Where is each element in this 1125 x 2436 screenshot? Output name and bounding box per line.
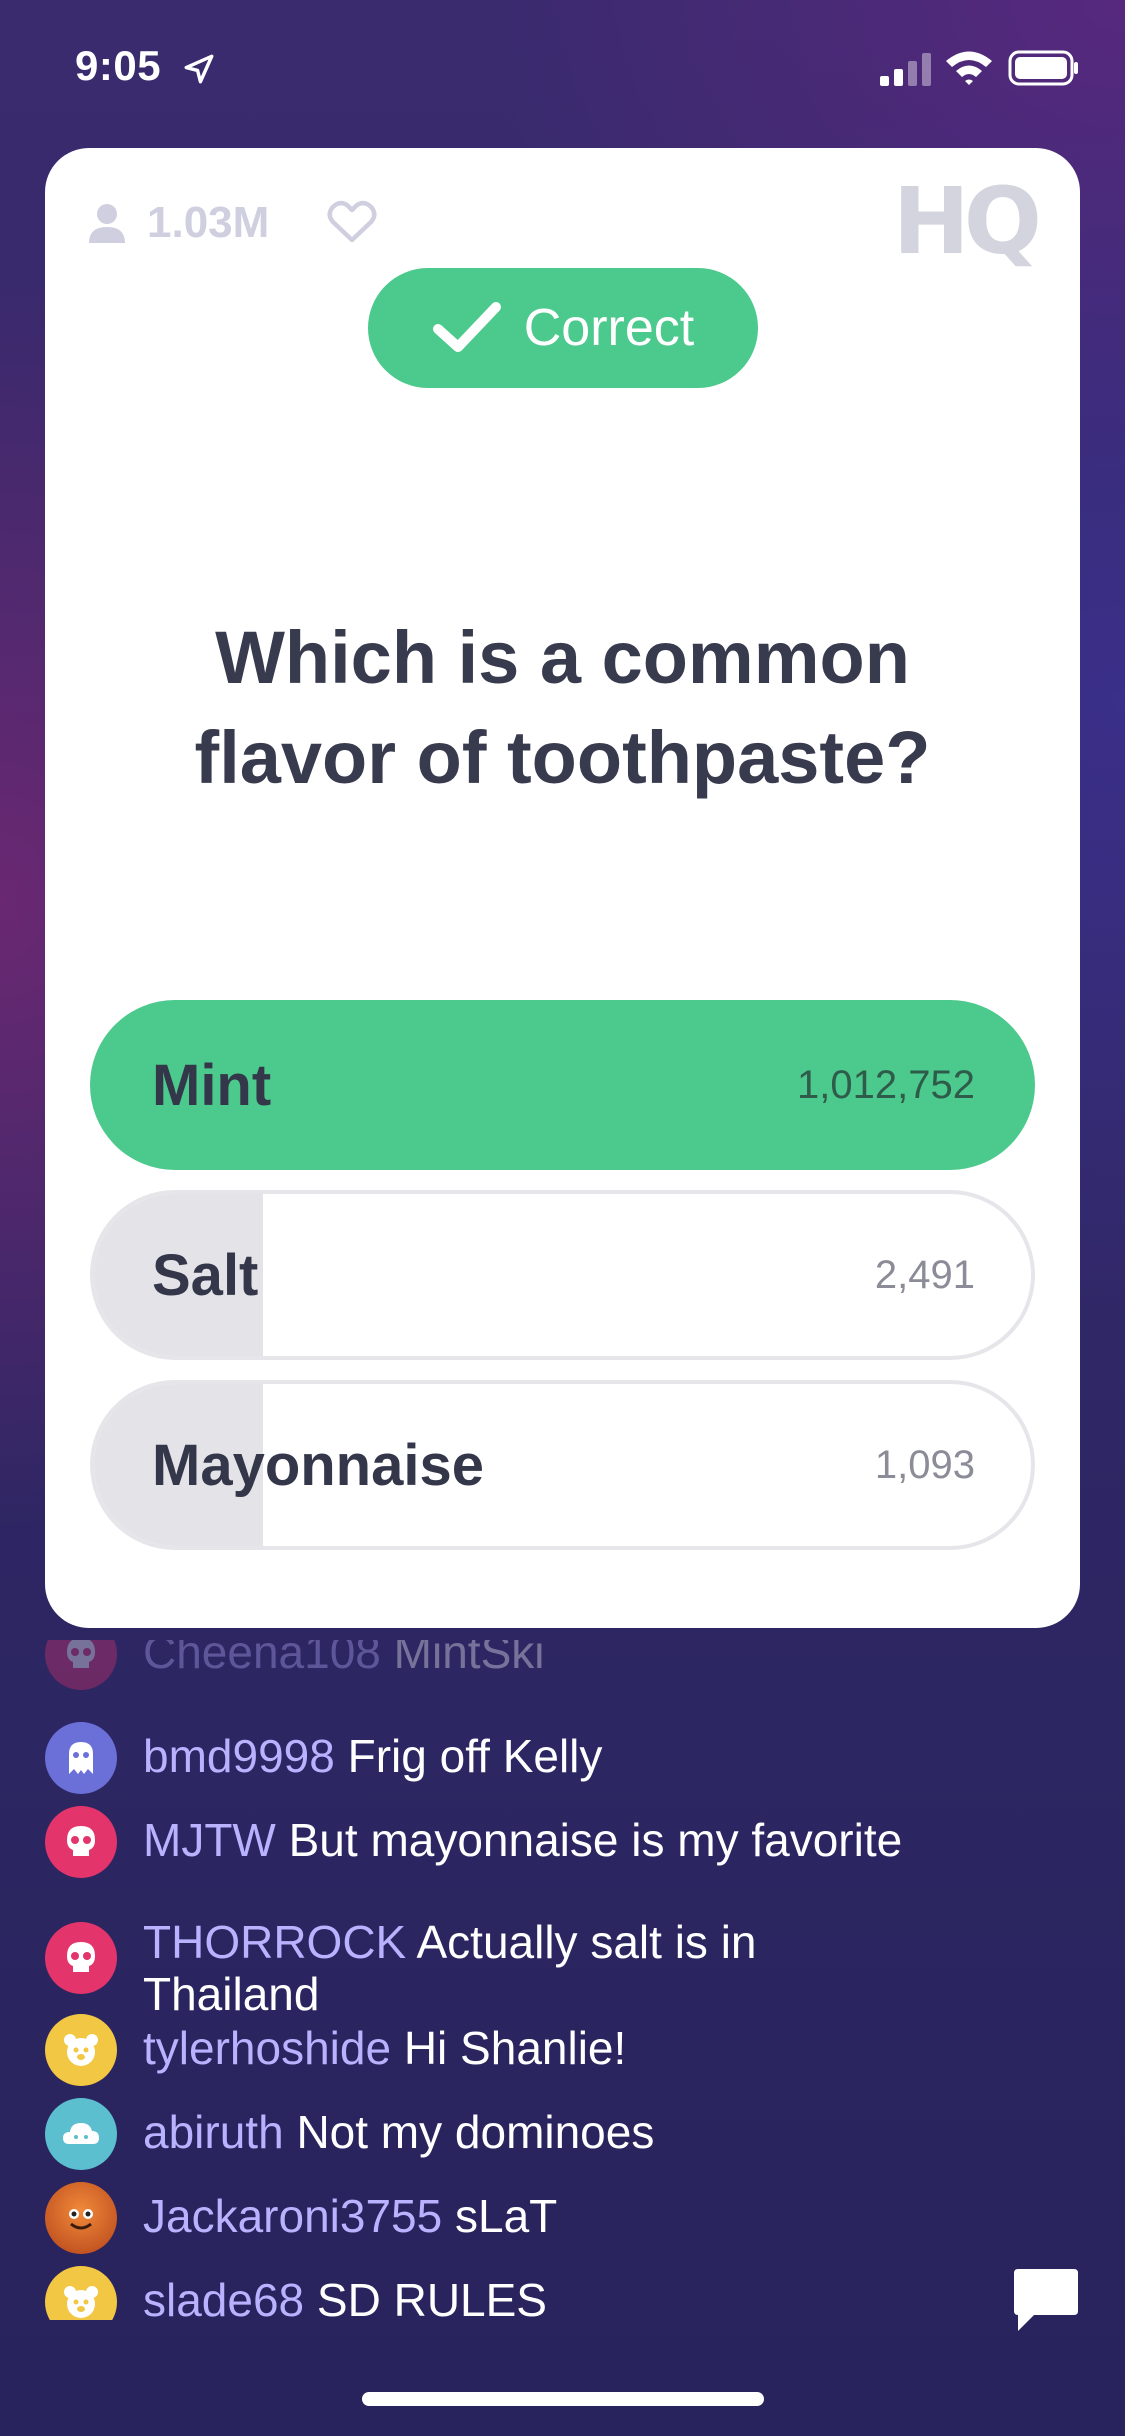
chat-bubble-icon[interactable]	[1010, 2265, 1082, 2335]
skull-icon	[67, 1826, 95, 1856]
chat-username[interactable]: slade68	[143, 2274, 304, 2320]
viewer-count: 1.03M	[147, 198, 270, 247]
answer-label: Mint	[152, 1052, 272, 1118]
bear-icon	[64, 2034, 98, 2066]
heart-icon[interactable]	[327, 200, 377, 244]
cloud-icon	[63, 2123, 99, 2144]
chat-username[interactable]: Cheena108	[143, 1640, 381, 1678]
hq-logo: HQ	[892, 168, 1042, 275]
photo-avatar-icon	[69, 2209, 93, 2230]
user-avatar	[45, 1922, 117, 1994]
user-avatar	[45, 2182, 117, 2254]
status-bar: 9:05	[0, 0, 1125, 140]
chat-feed[interactable]: Cheena108 MintSki bmd9998 Frig off Kelly…	[45, 1640, 1005, 2320]
chat-message: tylerhoshide Hi Shanlie!	[45, 2014, 1005, 2086]
chat-username[interactable]: MJTW	[143, 1814, 276, 1866]
chat-username[interactable]: THORROCK	[143, 1916, 406, 1968]
skull-icon	[67, 1942, 95, 1972]
answer-label: Mayonnaise	[152, 1432, 484, 1498]
answer-option-mint[interactable]: Mint 1,012,752	[90, 1000, 1035, 1170]
chat-message-text: Frig off Kelly	[347, 1730, 603, 1782]
chat-message: THORROCK Actually salt is in Thailand	[45, 1908, 1005, 2020]
user-avatar	[45, 2266, 117, 2320]
question-card: 1.03M HQ Correct Which is a common flavo…	[45, 148, 1080, 1628]
chat-message: slade68 SD RULES	[45, 2266, 1005, 2320]
correct-badge: Correct	[368, 268, 758, 388]
answer-label: Salt	[152, 1242, 259, 1308]
chat-username[interactable]: Jackaroni3755	[143, 2190, 442, 2242]
chat-message-text: SD RULES	[316, 2274, 547, 2320]
chat-message-text: But mayonnaise is my favorite	[288, 1814, 903, 1866]
user-avatar	[45, 1806, 117, 1878]
chat-message: abiruth Not my dominoes	[45, 2098, 1005, 2170]
chat-message-text: Not my dominoes	[296, 2106, 655, 2158]
chat-username[interactable]: abiruth	[143, 2106, 284, 2158]
user-avatar	[45, 2014, 117, 2086]
chat-message: bmd9998 Frig off Kelly	[45, 1722, 1005, 1794]
user-avatar	[45, 1640, 117, 1690]
viewer-counter: 1.03M	[89, 198, 269, 248]
chat-message: Cheena108 MintSki	[45, 1640, 1005, 1690]
correct-label: Correct	[523, 299, 695, 357]
bear-icon	[64, 2286, 98, 2318]
chat-username[interactable]: bmd9998	[143, 1730, 335, 1782]
person-icon	[89, 204, 125, 243]
checkmark-icon	[432, 302, 501, 352]
answer-count: 1,093	[874, 1442, 975, 1487]
user-avatar	[45, 1722, 117, 1794]
ghost-icon	[69, 1742, 93, 1774]
chat-message-text: Hi Shanlie!	[403, 2022, 627, 2074]
skull-icon	[67, 1640, 95, 1668]
battery-icon	[1008, 50, 1078, 86]
home-indicator	[362, 2392, 764, 2406]
chat-message-text: sLaT	[454, 2190, 558, 2242]
question-text: Which is a common flavor of toothpaste?	[194, 616, 931, 799]
answer-option-mayonnaise[interactable]: Mayonnaise 1,093	[90, 1380, 1035, 1550]
chat-message-text: MintSki	[393, 1640, 545, 1678]
chat-message: MJTW But mayonnaise is my favorite	[45, 1806, 1005, 1878]
user-avatar	[45, 2098, 117, 2170]
answer-option-salt[interactable]: Salt 2,491	[90, 1190, 1035, 1360]
answer-count: 1,012,752	[797, 1062, 975, 1107]
wifi-icon	[946, 51, 992, 85]
chat-message: Jackaroni3755 sLaT	[45, 2182, 1005, 2254]
status-time: 9:05	[75, 42, 162, 89]
answer-count: 2,491	[874, 1252, 975, 1297]
chat-username[interactable]: tylerhoshide	[143, 2022, 391, 2074]
location-arrow-icon	[184, 54, 214, 84]
cellular-signal-icon	[880, 53, 931, 86]
